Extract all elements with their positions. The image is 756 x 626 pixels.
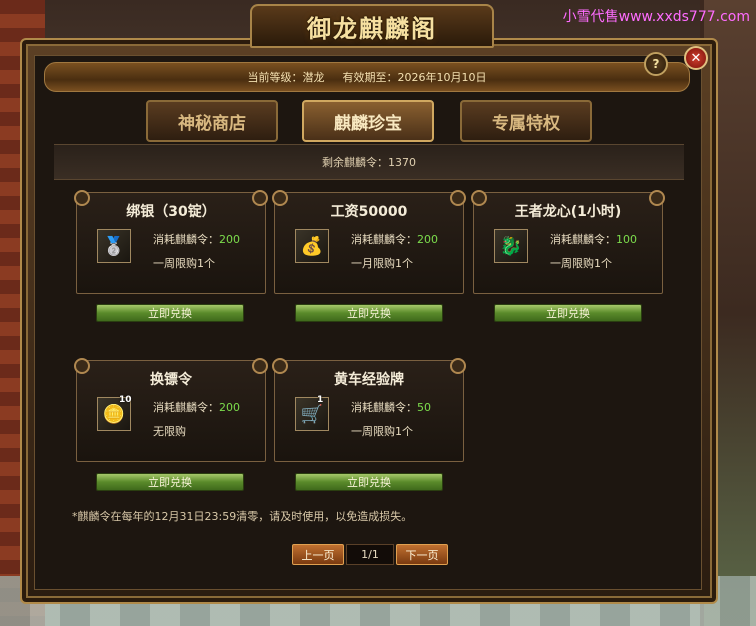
item-quantity: 1 — [317, 395, 324, 405]
shop-item-card: 换镖令 🪙 10 消耗麒麟令：200 无限购 — [74, 358, 268, 462]
help-button[interactable]: ? — [644, 52, 668, 76]
item-cost: 消耗麒麟令：100 — [550, 233, 637, 246]
remaining-tokens: 剩余麒麟令：1370 — [322, 156, 416, 169]
dialog-title-banner: 御龙麒麟阁 — [250, 4, 494, 48]
redeem-button[interactable]: 立即兑换 — [96, 473, 244, 491]
item-cost: 消耗麒麟令：200 — [351, 233, 438, 246]
watermark: 小雪代售www.xxds777.com — [562, 9, 750, 25]
item-cost: 消耗麒麟令：200 — [153, 233, 240, 246]
item-limit: 一周限购1个 — [550, 257, 612, 270]
item-limit: 一周限购1个 — [351, 425, 413, 438]
item-cost: 消耗麒麟令：200 — [153, 401, 240, 414]
item-name: 王者龙心(1小时) — [514, 204, 622, 220]
tab-qilin-treasure[interactable]: 麒麟珍宝 — [302, 100, 434, 142]
close-button[interactable]: ✕ — [684, 46, 708, 70]
item-name: 绑银（30锭） — [126, 204, 216, 220]
status-info-bar: 当前等级：潜龙 有效期至：2026年10月10日 — [44, 62, 690, 92]
redeem-button[interactable]: 立即兑换 — [295, 473, 443, 491]
item-name: 换镖令 — [150, 372, 192, 388]
item-limit: 一月限购1个 — [351, 257, 413, 270]
tab-bar: 神秘商店 麒麟珍宝 专属特权 — [44, 100, 688, 142]
remaining-tokens-bar: 剩余麒麟令：1370 — [54, 144, 684, 180]
shop-item-card: 工资50000 💰 消耗麒麟令：200 一月限购1个 — [272, 190, 466, 294]
item-name: 工资50000 — [330, 204, 408, 220]
current-level: 当前等级：潜龙 — [247, 71, 325, 84]
item-quantity: 10 — [119, 395, 132, 405]
redeem-button[interactable]: 立即兑换 — [494, 304, 642, 322]
shop-item-card: 黄车经验牌 🛒 1 消耗麒麟令：50 一周限购1个 — [272, 358, 466, 462]
prev-page-button[interactable]: 上一页 — [292, 544, 344, 565]
page-indicator: 1/1 — [346, 544, 394, 565]
gold-coins-icon[interactable]: 💰 — [295, 229, 329, 263]
dragon-heart-icon[interactable]: 🐉 — [494, 229, 528, 263]
dialog-title: 御龙麒麟阁 — [307, 13, 437, 43]
item-name: 黄车经验牌 — [334, 372, 404, 388]
shop-item-card: 绑银（30锭） 🥈 消耗麒麟令：200 一周限购1个 — [74, 190, 268, 294]
item-limit: 无限购 — [153, 425, 186, 438]
shop-item-card: 王者龙心(1小时) 🐉 消耗麒麟令：100 一周限购1个 — [471, 190, 665, 294]
yellow-cart-icon[interactable]: 🛒 — [295, 397, 329, 431]
reset-notice: *麒麟令在每年的12月31日23:59清零，请及时使用，以免造成损失。 — [72, 510, 413, 523]
tab-mystery-shop[interactable]: 神秘商店 — [146, 100, 278, 142]
item-cost: 消耗麒麟令：50 — [351, 401, 431, 414]
expire-date: 有效期至：2026年10月10日 — [342, 71, 487, 84]
item-limit: 一周限购1个 — [153, 257, 215, 270]
tab-exclusive-privilege[interactable]: 专属特权 — [460, 100, 592, 142]
redeem-button[interactable]: 立即兑换 — [96, 304, 244, 322]
silver-ingot-icon[interactable]: 🥈 — [97, 229, 131, 263]
next-page-button[interactable]: 下一页 — [396, 544, 448, 565]
redeem-button[interactable]: 立即兑换 — [295, 304, 443, 322]
